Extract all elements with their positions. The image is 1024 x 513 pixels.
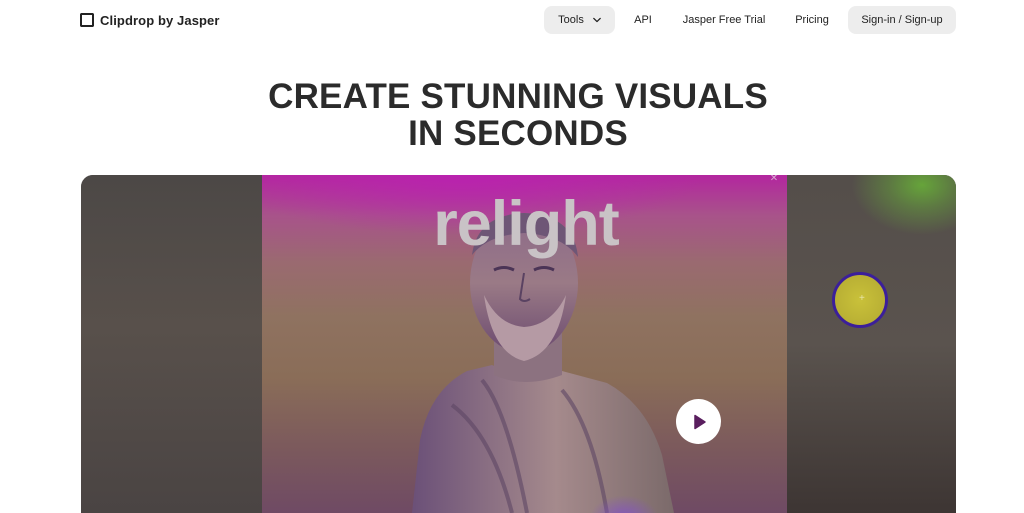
relight-overlay-text: relight bbox=[433, 189, 620, 259]
nav-link-free-trial[interactable]: Jasper Free Trial bbox=[680, 6, 768, 34]
title-line-2: IN SECONDS bbox=[408, 114, 628, 153]
play-button[interactable] bbox=[676, 399, 721, 444]
play-icon bbox=[693, 414, 706, 429]
tools-label: Tools bbox=[558, 14, 584, 26]
nav-link-pricing[interactable]: Pricing bbox=[791, 6, 833, 34]
signin-button[interactable]: Sign-in / Sign-up bbox=[848, 6, 956, 34]
top-nav: Tools API Jasper Free Trial Pricing Sign… bbox=[0, 6, 1024, 34]
video-frame: relight ✕ + bbox=[262, 175, 888, 513]
light-source-handle[interactable]: + bbox=[832, 272, 888, 328]
tools-menu-button[interactable]: Tools bbox=[544, 6, 615, 34]
video-blur-right bbox=[787, 175, 956, 513]
nav-link-api[interactable]: API bbox=[628, 6, 658, 34]
hero-video[interactable]: relight ✕ + bbox=[81, 175, 956, 513]
page-title: CREATE STUNNING VISUALS IN SECONDS bbox=[0, 78, 1024, 152]
light-marker-icon: + bbox=[859, 293, 865, 304]
close-icon: ✕ bbox=[769, 175, 779, 184]
video-blur-left bbox=[81, 175, 262, 513]
chevron-down-icon bbox=[593, 17, 601, 23]
title-line-1: CREATE STUNNING VISUALS bbox=[268, 77, 768, 116]
